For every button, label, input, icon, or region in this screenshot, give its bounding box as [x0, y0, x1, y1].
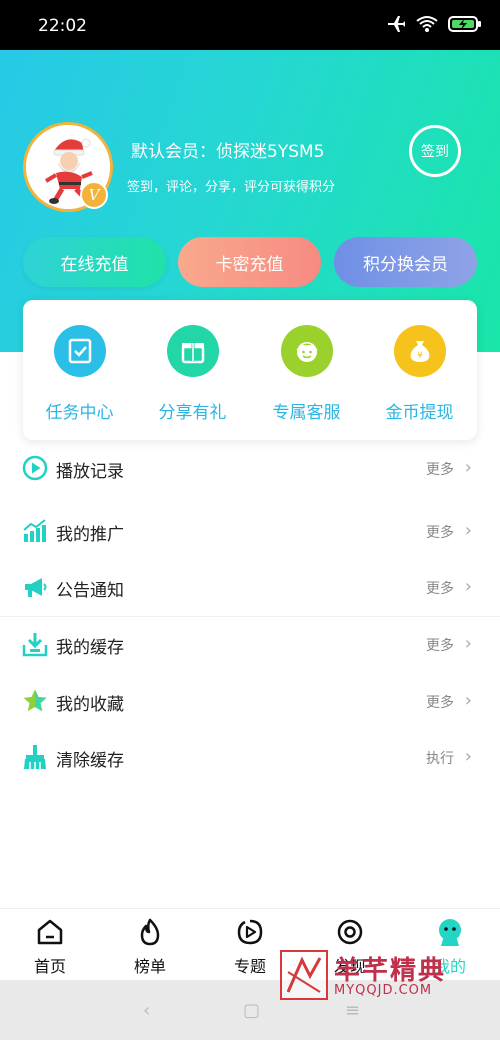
points-hint: 签到，评论，分享，评分可获得积分	[127, 180, 336, 195]
menu-label: 播放记录	[56, 462, 124, 482]
menu-announcements[interactable]: 公告通知 更多 ›	[0, 560, 500, 616]
feature-label: 分享有礼	[158, 403, 227, 423]
feature-card: 任务中心 分享有礼 专属客服 ¥ 金币提现	[23, 300, 477, 440]
discover-icon	[337, 919, 363, 945]
growth-chart-icon	[23, 519, 46, 542]
signin-button[interactable]: 签到	[409, 125, 461, 177]
svg-text:¥: ¥	[417, 351, 423, 361]
topic-play-icon	[237, 919, 263, 945]
status-icons	[386, 15, 482, 33]
online-recharge-button[interactable]: 在线充值	[23, 237, 166, 287]
menu-my-cache[interactable]: 我的缓存 更多 ›	[0, 617, 500, 673]
home-icon	[37, 919, 63, 945]
menu-more: 更多	[426, 638, 454, 654]
feature-customer-service[interactable]: 专属客服	[250, 325, 363, 423]
points-to-vip-button[interactable]: 积分换会员	[334, 237, 477, 287]
chevron-right-icon: ›	[464, 746, 472, 767]
chevron-right-icon: ›	[464, 690, 472, 711]
nav-label: 榜单	[133, 957, 166, 976]
menu-more: 更多	[426, 695, 454, 711]
wifi-icon	[416, 16, 438, 32]
money-bag-icon: ¥	[393, 325, 446, 377]
watermark-text: 羊芊精典	[334, 956, 447, 986]
chevron-right-icon: ›	[464, 520, 472, 541]
download-icon	[22, 633, 48, 657]
feature-label: 任务中心	[45, 403, 114, 423]
menu-clear-cache[interactable]: 清除缓存 执行 ›	[0, 730, 500, 786]
nav-label: 首页	[33, 957, 66, 976]
chevron-right-icon: ›	[464, 457, 472, 478]
menu-my-favorites[interactable]: 我的收藏 更多 ›	[0, 674, 500, 730]
menu-more: 更多	[426, 525, 454, 541]
chevron-right-icon: ›	[464, 576, 472, 597]
vip-badge: V	[80, 181, 108, 209]
menu-more: 更多	[426, 581, 454, 597]
menu-label: 清除缓存	[56, 751, 124, 771]
watermark-logo	[280, 950, 328, 1000]
battery-charging-icon	[448, 16, 481, 32]
watermark: 羊芊精典 MYQQJD.COM	[280, 950, 490, 1002]
back-icon[interactable]: ‹	[143, 1000, 150, 1021]
chevron-right-icon: ›	[464, 633, 472, 654]
gift-icon	[166, 325, 219, 377]
feature-label: 专属客服	[272, 403, 341, 423]
feature-share-gift[interactable]: 分享有礼	[136, 325, 249, 423]
status-bar: 22:02	[0, 0, 500, 50]
feature-label: 金币提现	[385, 403, 454, 423]
menu-lines-icon[interactable]: ≡	[345, 1000, 360, 1021]
flame-icon	[140, 918, 160, 946]
menu-label: 我的缓存	[56, 638, 124, 658]
broom-icon	[24, 745, 46, 769]
nav-rankings[interactable]: 榜单	[100, 917, 200, 977]
feature-coin-withdraw[interactable]: ¥ 金币提现	[363, 325, 476, 423]
home-square-icon[interactable]: ▢	[243, 1000, 260, 1021]
task-icon	[53, 325, 106, 377]
nav-home[interactable]: 首页	[0, 917, 100, 977]
customer-service-icon	[280, 325, 333, 377]
airplane-mode-icon	[388, 16, 405, 32]
star-icon	[23, 689, 47, 712]
watermark-url: MYQQJD.COM	[334, 983, 433, 998]
menu-label: 公告通知	[56, 581, 124, 601]
play-circle-icon	[22, 455, 48, 481]
feature-task-center[interactable]: 任务中心	[23, 325, 136, 423]
card-recharge-button[interactable]: 卡密充值	[178, 237, 321, 287]
menu-my-promotion[interactable]: 我的推广 更多 ›	[0, 504, 500, 560]
menu-label: 我的收藏	[56, 695, 124, 715]
status-time: 22:02	[38, 16, 87, 36]
megaphone-icon	[25, 578, 47, 597]
menu-more: 更多	[426, 462, 454, 478]
menu-label: 我的推广	[56, 525, 124, 545]
menu-play-history[interactable]: 播放记录 更多 ›	[0, 441, 500, 497]
profile-icon	[439, 919, 461, 946]
username: 默认会员：侦探迷5YSM5	[131, 142, 325, 162]
menu-action: 执行	[426, 751, 454, 767]
